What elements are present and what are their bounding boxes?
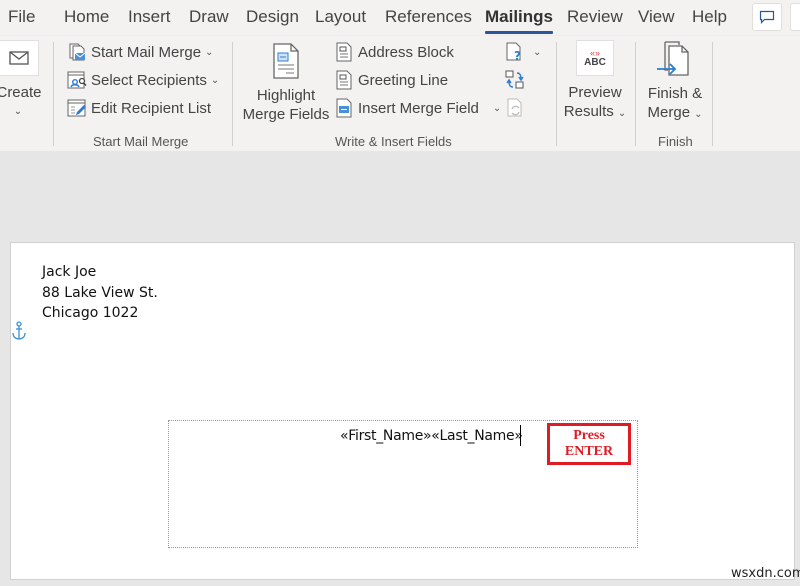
greeting-line-label: Greeting Line: [358, 71, 449, 89]
preview-results-button[interactable]: «» ABC Preview Results ⌄: [561, 40, 629, 123]
insert-merge-field-icon: [334, 98, 354, 118]
tab-home[interactable]: Home: [64, 7, 109, 27]
start-mail-merge-label: Start Mail Merge: [91, 43, 202, 61]
preview-abc-icon: «» ABC: [576, 40, 614, 76]
edit-recipient-list-label: Edit Recipient List: [91, 99, 212, 117]
insert-merge-field-label: Insert Merge Field: [358, 99, 479, 117]
merge-fields-text[interactable]: «First_Name»«Last_Name»: [340, 428, 523, 444]
rules-icon: ?: [505, 42, 525, 62]
press-enter-callout: Press ENTER: [547, 423, 631, 465]
create-button[interactable]: Create ⌄: [0, 40, 42, 121]
chevron-down-icon: ⌄: [617, 108, 627, 119]
chevron-down-icon: ⌄: [210, 74, 220, 86]
address-line: 88 Lake View St.: [42, 284, 158, 301]
finish-merge-button[interactable]: Finish & Merge ⌄: [642, 40, 708, 124]
group-label-write-insert: Write & Insert Fields: [335, 134, 452, 149]
tab-mailings[interactable]: Mailings: [485, 7, 554, 34]
group-label-start-mail-merge: Start Mail Merge: [93, 134, 189, 149]
finish-label-line2: Merge: [647, 104, 691, 121]
highlight-label-line2: Merge Fields: [242, 106, 330, 123]
group-label-finish: Finish: [658, 134, 693, 149]
tab-view[interactable]: View: [638, 7, 675, 27]
chevron-down-icon: ⌄: [13, 106, 23, 117]
match-fields-icon: [505, 70, 525, 90]
address-block-label: Address Block: [358, 43, 454, 61]
address-line: Jack Joe: [42, 264, 97, 280]
address-block-button[interactable]: Address Block: [334, 41, 454, 63]
select-recipients-label: Select Recipients: [91, 71, 207, 89]
select-recipients-button[interactable]: Select Recipients ⌄: [67, 69, 219, 91]
envelope-icon: [9, 51, 29, 65]
create-label: Create: [0, 84, 42, 101]
watermark: wsxdn.com: [731, 566, 800, 581]
comments-button[interactable]: [752, 3, 782, 31]
anchor-icon[interactable]: [11, 321, 27, 341]
comment-icon: [759, 10, 775, 24]
text-cursor: [520, 425, 521, 446]
edit-recipient-list-icon: [67, 98, 87, 118]
update-labels-button: [505, 97, 529, 119]
finish-merge-icon: [657, 41, 689, 76]
start-mail-merge-icon: [67, 42, 87, 62]
tab-layout[interactable]: Layout: [315, 7, 366, 27]
insert-merge-field-button[interactable]: Insert Merge Field ⌄: [334, 97, 501, 119]
select-recipients-icon: [67, 70, 87, 90]
mailings-ribbon: Create ⌄ Start Mail Merge ⌄ Select Recip…: [0, 36, 800, 151]
preview-abc-text: ABC: [584, 57, 606, 68]
share-button[interactable]: [790, 3, 800, 31]
tab-references[interactable]: References: [385, 7, 472, 27]
highlight-label-line1: Highlight: [256, 87, 316, 104]
ribbon-tab-bar: File Home Insert Draw Design Layout Refe…: [0, 0, 800, 36]
svg-text:?: ?: [514, 49, 521, 62]
tab-insert[interactable]: Insert: [128, 7, 171, 27]
address-block-icon: [334, 42, 354, 62]
greeting-line-button[interactable]: Greeting Line: [334, 69, 448, 91]
greeting-line-icon: [334, 70, 354, 90]
tab-draw[interactable]: Draw: [189, 7, 229, 27]
highlight-merge-fields-icon: [273, 43, 299, 79]
preview-label-line2: Results: [563, 103, 614, 120]
chevron-down-icon: ⌄: [205, 46, 214, 58]
finish-label-line1: Finish &: [647, 85, 703, 102]
start-mail-merge-button[interactable]: Start Mail Merge ⌄: [67, 41, 213, 63]
edit-recipient-list-button[interactable]: Edit Recipient List: [67, 97, 211, 119]
match-fields-button[interactable]: [505, 69, 529, 91]
preview-label-line1: Preview: [568, 84, 622, 101]
update-labels-icon: [505, 98, 525, 118]
return-address[interactable]: Jack Joe 88 Lake View St. Chicago 1022: [42, 262, 158, 324]
address-line: Chicago 1022: [42, 305, 139, 321]
rules-button[interactable]: ? ⌄: [505, 41, 541, 63]
chevron-down-icon: ⌄: [533, 46, 542, 58]
chevron-down-icon[interactable]: ⌄: [493, 103, 501, 114]
callout-line1: Press: [573, 428, 605, 443]
tab-file[interactable]: File: [8, 7, 35, 27]
callout-line2: ENTER: [564, 444, 614, 459]
tab-review[interactable]: Review: [567, 7, 623, 27]
tab-help[interactable]: Help: [692, 7, 727, 27]
chevron-down-icon: ⌄: [694, 109, 703, 120]
highlight-merge-fields-button[interactable]: Highlight Merge Fields: [240, 42, 332, 124]
tab-design[interactable]: Design: [246, 7, 299, 27]
